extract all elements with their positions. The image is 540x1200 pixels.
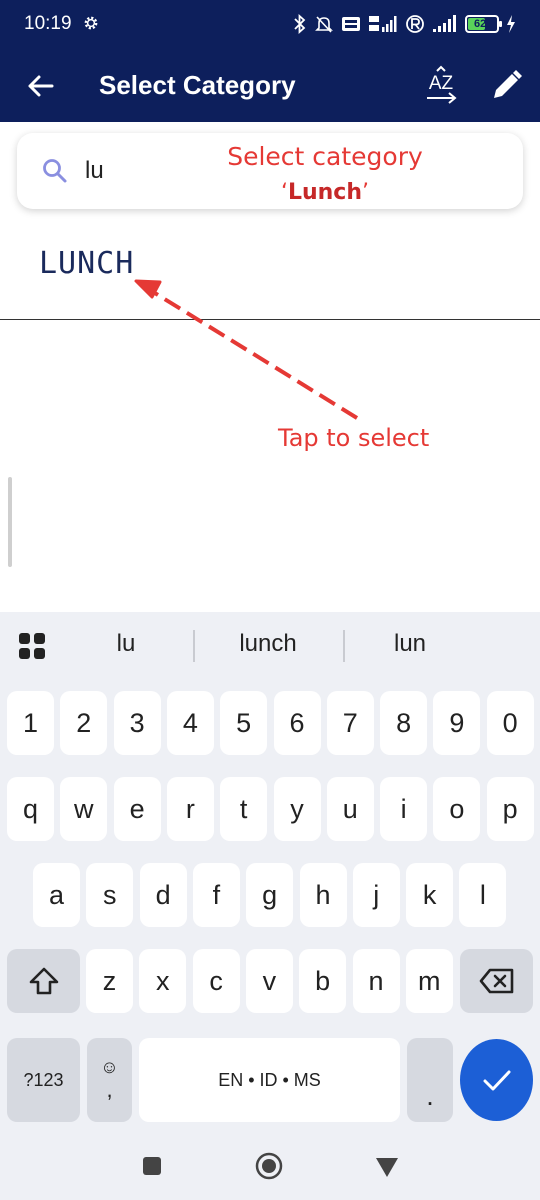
key-y[interactable]: y <box>273 777 321 841</box>
key-9[interactable]: 9 <box>433 691 481 755</box>
key-d[interactable]: d <box>139 863 187 927</box>
symbols-key[interactable]: ?123 <box>7 1038 80 1122</box>
key-0[interactable]: 0 <box>486 691 534 755</box>
key-l[interactable]: l <box>459 863 507 927</box>
battery-percent: 62 <box>474 18 487 30</box>
bluetooth-icon <box>294 14 306 34</box>
key-p[interactable]: p <box>486 777 534 841</box>
navigation-bar <box>0 1132 540 1200</box>
key-u[interactable]: u <box>326 777 374 841</box>
key-g[interactable]: g <box>246 863 294 927</box>
status-bar: 10:19 62 <box>0 0 540 50</box>
key-6[interactable]: 6 <box>273 691 321 755</box>
5g-signal-icon <box>369 16 397 32</box>
key-i[interactable]: i <box>380 777 428 841</box>
key-r[interactable]: r <box>166 777 214 841</box>
screen: 10:19 62 Select Category AZ lu Select ca… <box>0 0 540 1200</box>
shift-icon <box>29 967 58 995</box>
key-4[interactable]: 4 <box>166 691 214 755</box>
emoji-comma-key[interactable]: ☺ , <box>87 1038 132 1122</box>
comma-label: , <box>106 1077 113 1102</box>
app-bar: Select Category AZ <box>0 50 540 122</box>
key-1[interactable]: 1 <box>7 691 54 755</box>
key-a[interactable]: a <box>33 863 80 927</box>
suggestion-bar: lu lunch lun <box>0 612 540 678</box>
volte-icon <box>342 17 360 31</box>
sort-az-icon[interactable]: AZ <box>420 64 462 106</box>
key-z[interactable]: z <box>86 949 133 1013</box>
period-key[interactable]: . <box>407 1038 453 1122</box>
category-item-label: LUNCH <box>39 246 135 281</box>
annotation-quote-close: ’ <box>362 180 370 205</box>
key-b[interactable]: b <box>299 949 347 1013</box>
suggestion-3[interactable]: lun <box>350 630 470 658</box>
key-v[interactable]: v <box>245 949 293 1013</box>
space-key[interactable]: EN • ID • MS <box>139 1038 400 1122</box>
key-5[interactable]: 5 <box>220 691 268 755</box>
recents-square-icon[interactable] <box>138 1152 166 1180</box>
keyboard-apps-icon[interactable] <box>18 632 46 660</box>
battery-icon: 62 <box>465 15 502 33</box>
back-triangle-icon[interactable] <box>373 1152 401 1180</box>
key-f[interactable]: f <box>192 863 240 927</box>
key-t[interactable]: t <box>220 777 268 841</box>
suggestion-1[interactable]: lu <box>66 630 186 658</box>
key-h[interactable]: h <box>299 863 347 927</box>
search-input[interactable] <box>85 151 205 191</box>
mute-bell-icon <box>315 16 333 33</box>
annotation-tap-hint: Tap to select <box>278 424 430 452</box>
emoji-icon: ☺ <box>100 1057 119 1077</box>
key-x[interactable]: x <box>139 949 187 1013</box>
keyboard: lu lunch lun 1234567890 qwertyuiop asdfg… <box>0 612 540 1132</box>
key-j[interactable]: j <box>352 863 400 927</box>
page-title: Select Category <box>99 70 296 100</box>
key-k[interactable]: k <box>406 863 454 927</box>
enter-key[interactable] <box>460 1039 533 1121</box>
suggestion-2[interactable]: lunch <box>200 630 336 658</box>
key-2[interactable]: 2 <box>60 691 108 755</box>
annotation-select-name: ‘Lunch’ <box>200 180 450 205</box>
signal-icon <box>433 15 456 32</box>
home-circle-icon[interactable] <box>255 1152 283 1180</box>
key-s[interactable]: s <box>86 863 134 927</box>
shift-key[interactable] <box>7 949 80 1013</box>
arrow-left-icon <box>28 75 54 97</box>
roaming-icon <box>406 15 424 33</box>
sort-label: AZ <box>429 73 454 94</box>
key-c[interactable]: c <box>192 949 240 1013</box>
backspace-icon <box>479 968 513 994</box>
key-w[interactable]: w <box>60 777 108 841</box>
key-o[interactable]: o <box>433 777 481 841</box>
suggestion-divider <box>193 630 195 662</box>
annotation-select-title: Select category <box>227 142 423 171</box>
category-item-lunch[interactable]: LUNCH <box>0 228 540 320</box>
charging-icon <box>507 15 515 33</box>
back-button[interactable] <box>22 68 58 104</box>
key-n[interactable]: n <box>352 949 400 1013</box>
annotation-category-name: Lunch <box>287 180 363 205</box>
status-icons: 62 <box>293 12 516 36</box>
suggestion-divider <box>343 630 345 662</box>
settings-gear-icon <box>84 16 98 30</box>
key-7[interactable]: 7 <box>326 691 374 755</box>
backspace-key[interactable] <box>460 949 533 1013</box>
status-time: 10:19 <box>24 13 72 34</box>
key-8[interactable]: 8 <box>380 691 428 755</box>
annotation-quote-open: ‘ <box>280 180 288 205</box>
checkmark-icon <box>483 1070 510 1091</box>
key-q[interactable]: q <box>7 777 54 841</box>
key-3[interactable]: 3 <box>113 691 161 755</box>
edit-pencil-icon[interactable] <box>486 66 526 106</box>
search-icon <box>43 159 67 183</box>
scroll-indicator <box>8 477 12 567</box>
battery-cap <box>499 21 502 27</box>
key-e[interactable]: e <box>113 777 161 841</box>
key-m[interactable]: m <box>405 949 453 1013</box>
